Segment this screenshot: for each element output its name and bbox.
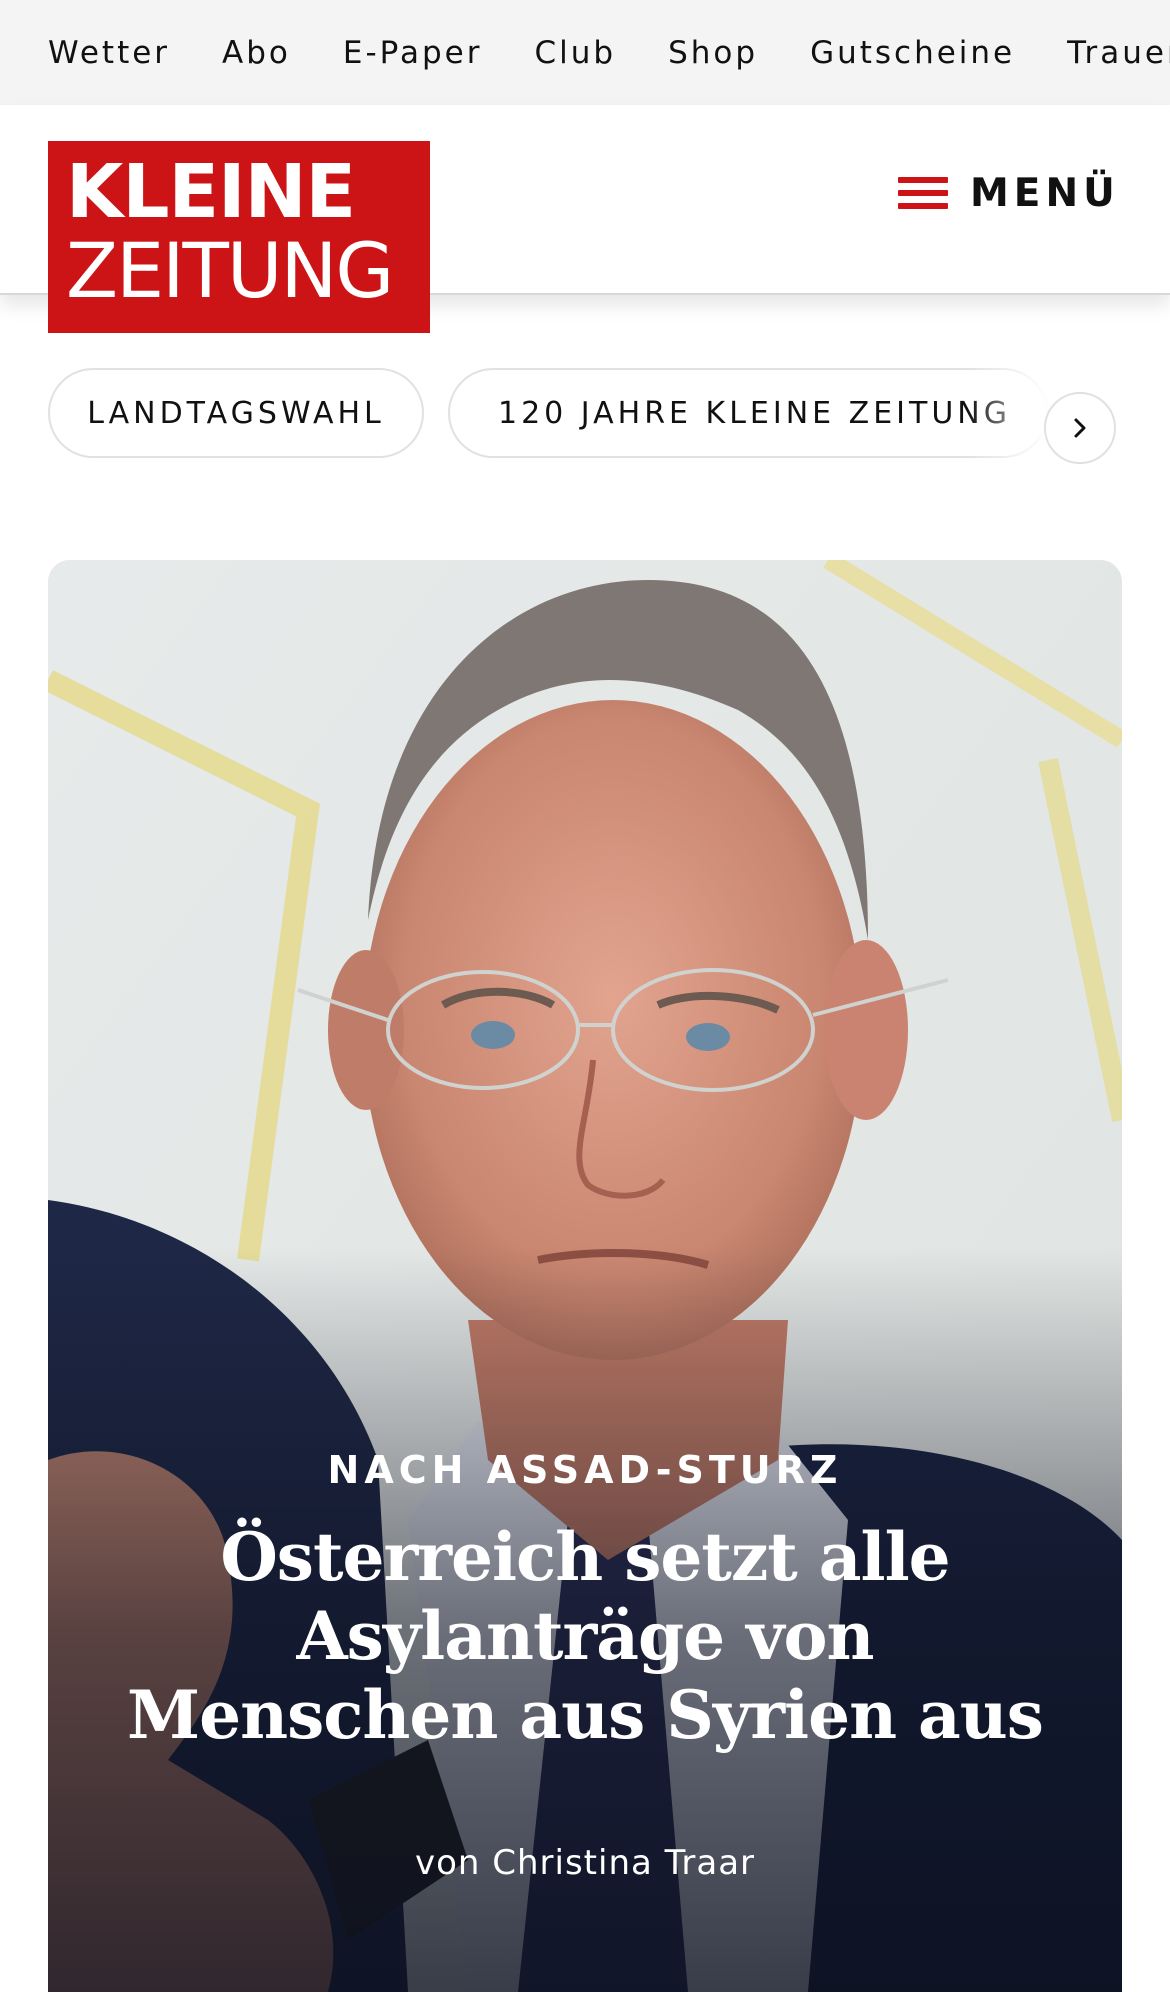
hero-headline[interactable]: Österreich setzt alle Asylanträge von Me… bbox=[108, 1518, 1062, 1755]
topbar-link-club[interactable]: Club bbox=[534, 35, 616, 71]
headline-line-1: Österreich setzt alle bbox=[220, 1518, 950, 1596]
headline-line-3: Menschen aus Syrien aus bbox=[127, 1676, 1044, 1754]
utility-nav: Wetter Abo E-Paper Club Shop Gutscheine … bbox=[0, 0, 1170, 105]
headline-line-2: Asylanträge von bbox=[296, 1597, 874, 1675]
logo-line-1: KLEINE bbox=[66, 149, 356, 235]
site-logo[interactable]: KLEINE ZEITUNG bbox=[48, 141, 430, 333]
hero-byline: von Christina Traar bbox=[414, 1843, 756, 1883]
topbar-link-shop[interactable]: Shop bbox=[668, 35, 758, 71]
topbar-link-gutscheine[interactable]: Gutscheine bbox=[810, 35, 1015, 71]
topic-chips: LANDTAGSWAHL 120 JAHRE KLEINE ZEITUNG bbox=[48, 358, 1118, 468]
menu-label: MENÜ bbox=[970, 170, 1120, 216]
chip-120-jahre[interactable]: 120 JAHRE KLEINE ZEITUNG bbox=[448, 368, 1048, 458]
topbar-link-trauer[interactable]: Trauerp bbox=[1067, 35, 1170, 71]
hamburger-icon bbox=[898, 173, 948, 213]
chip-landtagswahl[interactable]: LANDTAGSWAHL bbox=[48, 368, 424, 458]
logo-line-2: ZEITUNG bbox=[66, 226, 394, 315]
hero-overlay bbox=[48, 560, 1122, 1992]
topbar-link-abo[interactable]: Abo bbox=[222, 35, 291, 71]
chevron-right-icon[interactable] bbox=[1044, 392, 1116, 464]
topbar-link-epaper[interactable]: E-Paper bbox=[343, 35, 483, 71]
topbar-link-wetter[interactable]: Wetter bbox=[48, 35, 170, 71]
hero-kicker: NACH ASSAD-STURZ bbox=[327, 1448, 843, 1492]
menu-button[interactable]: MENÜ bbox=[898, 163, 1120, 223]
site-header: KLEINE ZEITUNG MENÜ bbox=[0, 105, 1170, 333]
hero-article[interactable]: NACH ASSAD-STURZ Österreich setzt alle A… bbox=[48, 560, 1122, 1992]
